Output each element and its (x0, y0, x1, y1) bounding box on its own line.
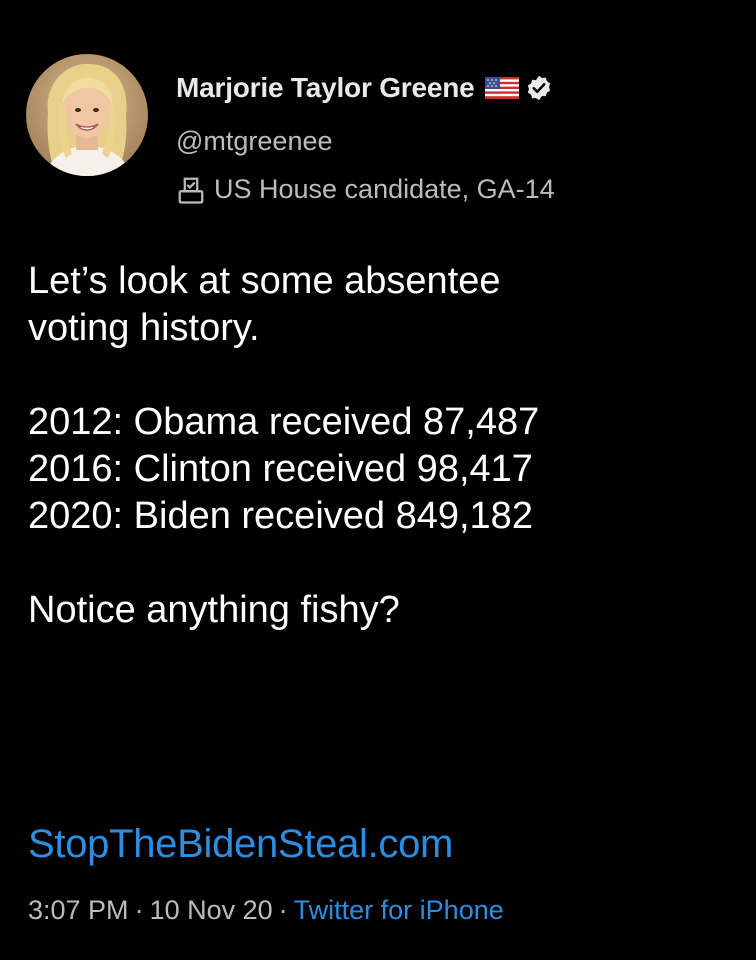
avatar-image (26, 54, 148, 176)
tweet-source-link[interactable]: Twitter for iPhone (294, 895, 504, 925)
meta-separator: · (134, 895, 144, 925)
tweet-date[interactable]: 10 Nov 20 (150, 895, 273, 925)
us-flag-icon (484, 77, 519, 99)
tweet-meta: 3:07 PM · 10 Nov 20 · Twitter for iPhone (28, 895, 504, 926)
stat-line-2020: 2020: Biden received 849,182 (28, 495, 533, 537)
tweet-link[interactable]: StopTheBidenSteal.com (28, 822, 453, 867)
tweet-closing-line: Notice anything fishy? (28, 589, 400, 631)
ballot-box-icon (176, 175, 206, 205)
tweet-text-line: Let’s look at some absentee (28, 260, 501, 302)
stat-line-2016: 2016: Clinton received 98,417 (28, 448, 533, 490)
tweet-time[interactable]: 3:07 PM (28, 895, 129, 925)
tweet-card: Marjorie Taylor Greene @mtgreenee US Hou… (0, 0, 756, 960)
author-handle[interactable]: @mtgreenee (176, 126, 333, 157)
meta-separator: · (278, 895, 288, 925)
avatar[interactable] (26, 54, 148, 176)
tweet-text: Let’s look at some absentee voting histo… (28, 258, 728, 634)
tweet-text-line: voting history. (28, 307, 260, 349)
verified-badge-icon (525, 74, 553, 102)
affiliation-label: US House candidate, GA-14 (214, 174, 555, 204)
author-name-row: Marjorie Taylor Greene (176, 68, 553, 108)
stat-line-2012: 2012: Obama received 87,487 (28, 401, 540, 443)
author-display-name[interactable]: Marjorie Taylor Greene (176, 72, 475, 104)
author-affiliation: US House candidate, GA-14 (176, 174, 555, 205)
